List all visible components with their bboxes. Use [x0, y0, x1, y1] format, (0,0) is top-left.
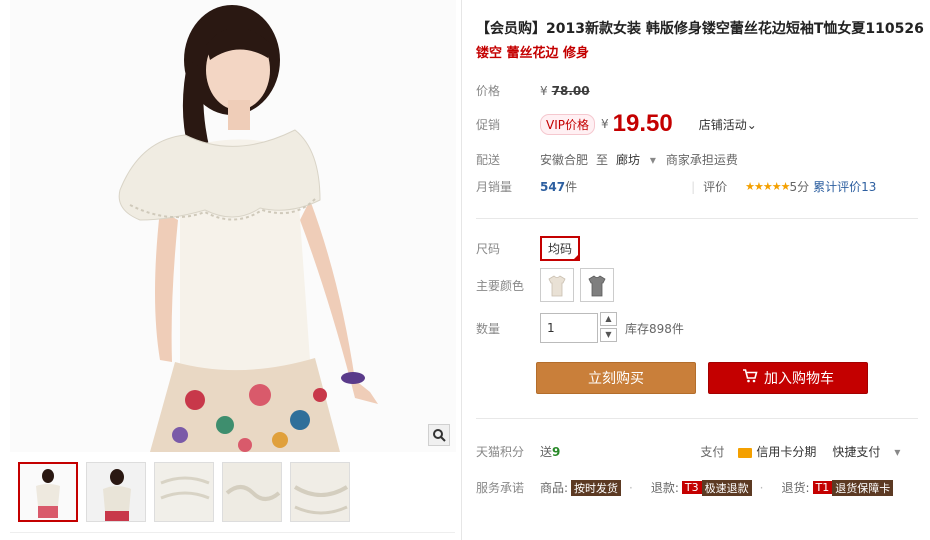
return-guarantee-badge[interactable]: 退货保障卡	[832, 479, 894, 496]
points-row: 天猫积分 送 9 支付 信用卡分期 快捷支付 ▾	[476, 443, 900, 460]
separator: |	[691, 179, 696, 194]
promo-row: 促销 VIP价格 ¥ 19.50 店铺活动⌄	[476, 110, 757, 138]
points-give: 送	[540, 445, 553, 459]
service-row: 服务承诺 商品: 按时发货 · 退款: T3 极速退款 · 退货: T1 退货保障卡	[476, 479, 894, 496]
credit-card-icon	[738, 447, 753, 458]
price-row: 价格 ¥ 78.00	[476, 82, 590, 99]
color-option-gray[interactable]	[580, 268, 614, 302]
rating-score: 5分	[789, 180, 810, 194]
vip-badge: VIP价格	[540, 113, 595, 135]
shipping-info: 商家承担运费	[665, 153, 738, 167]
points-amount: 9	[552, 444, 561, 459]
product-subtitle: 镂空 蕾丝花边 修身	[476, 46, 590, 61]
main-product-photo[interactable]	[10, 0, 456, 452]
buy-now-label: 立刻购买	[588, 371, 644, 387]
color-label: 主要颜色	[476, 278, 525, 293]
promo-price: 19.50	[612, 110, 673, 137]
cart-icon	[742, 369, 758, 387]
star-rating-icon: ★★★★★	[745, 180, 790, 193]
monthly-sales-label: 月销量	[476, 180, 513, 194]
quantity-increase-button[interactable]: ▲	[600, 312, 617, 326]
payment-label: 支付	[700, 445, 725, 459]
divider	[476, 418, 918, 419]
refund-code-badge: T3	[681, 481, 702, 494]
rating-label: 评价	[703, 180, 728, 194]
product-detail-panel: 【会员购】2013新款女装 韩版修身镂空蕾丝花边短袖T恤女夏110526 镂空 …	[474, 0, 930, 540]
price-label: 价格	[476, 84, 501, 98]
return-code-badge: T1	[812, 481, 833, 494]
size-label: 尺码	[476, 242, 501, 256]
monthly-sales-count: 547	[540, 179, 566, 194]
monthly-sales-unit: 件	[565, 180, 578, 194]
product-title: 【会员购】2013新款女装 韩版修身镂空蕾丝花边短袖T恤女夏110526	[476, 21, 924, 37]
divider	[476, 218, 918, 219]
add-to-cart-button[interactable]: 加入购物车	[708, 362, 868, 394]
promo-currency: ¥	[601, 117, 609, 131]
delivery-destination: 廊坊	[616, 153, 641, 167]
quantity-stepper: ▲ ▼	[540, 312, 617, 344]
stock-count: 库存898件	[625, 321, 684, 336]
gallery-divider	[10, 532, 455, 533]
delivery-destination-select[interactable]: 廊坊 ▾	[616, 151, 656, 168]
buy-now-button[interactable]: 立刻购买	[536, 362, 696, 394]
quantity-row: 数量 ▲ ▼ 库存898件	[476, 312, 684, 344]
promo-label: 促销	[476, 117, 501, 132]
chevron-down-icon: ⌄	[746, 117, 757, 132]
service-label: 服务承诺	[476, 481, 525, 495]
thumbnail-1[interactable]	[18, 462, 78, 522]
sales-row: 月销量 547 件 | 评价 ★★★★★ 5分 累计评价13	[476, 178, 876, 195]
color-row: 主要颜色	[476, 268, 620, 302]
thumbnail-strip	[18, 462, 350, 522]
model-photo-illustration	[10, 0, 456, 452]
thumbnail-2[interactable]	[86, 462, 146, 522]
caret-down-icon: ▾	[649, 153, 656, 167]
service-goods-label: 商品:	[540, 481, 569, 495]
magnifier-icon[interactable]	[428, 424, 450, 446]
points-label: 天猫积分	[476, 445, 525, 459]
store-activity-link[interactable]: 店铺活动⌄	[699, 116, 757, 133]
credit-card-installment[interactable]: 信用卡分期	[756, 443, 816, 460]
size-option-one-size[interactable]: 均码	[540, 236, 581, 261]
service-refund-label: 退款:	[650, 481, 679, 495]
thumbnail-3[interactable]	[154, 462, 214, 522]
size-row: 尺码 均码	[476, 236, 581, 261]
thumbnail-5[interactable]	[290, 462, 350, 522]
on-time-delivery-badge[interactable]: 按时发货	[571, 479, 622, 496]
store-activity-label: 店铺活动	[698, 117, 747, 132]
delivery-to-word: 至	[596, 153, 609, 167]
quantity-input[interactable]	[540, 313, 598, 343]
original-price: 78.00	[551, 83, 590, 98]
quantity-label: 数量	[476, 321, 501, 336]
review-count-link[interactable]: 累计评价13	[813, 178, 876, 195]
delivery-row: 配送 安徽合肥 至 廊坊 ▾ 商家承担运费	[476, 151, 738, 168]
add-to-cart-label: 加入购物车	[764, 371, 834, 387]
color-option-white[interactable]	[540, 268, 574, 302]
delivery-label: 配送	[476, 153, 501, 167]
service-return-label: 退货:	[781, 481, 810, 495]
image-gallery	[0, 0, 462, 540]
chevron-down-icon[interactable]: ▾	[894, 445, 900, 459]
fast-refund-badge[interactable]: 极速退款	[701, 479, 752, 496]
quick-pay[interactable]: 快捷支付	[832, 443, 880, 460]
quantity-decrease-button[interactable]: ▼	[600, 328, 617, 342]
thumbnail-4[interactable]	[222, 462, 282, 522]
price-currency: ¥	[540, 83, 548, 98]
delivery-from: 安徽合肥	[540, 153, 589, 167]
